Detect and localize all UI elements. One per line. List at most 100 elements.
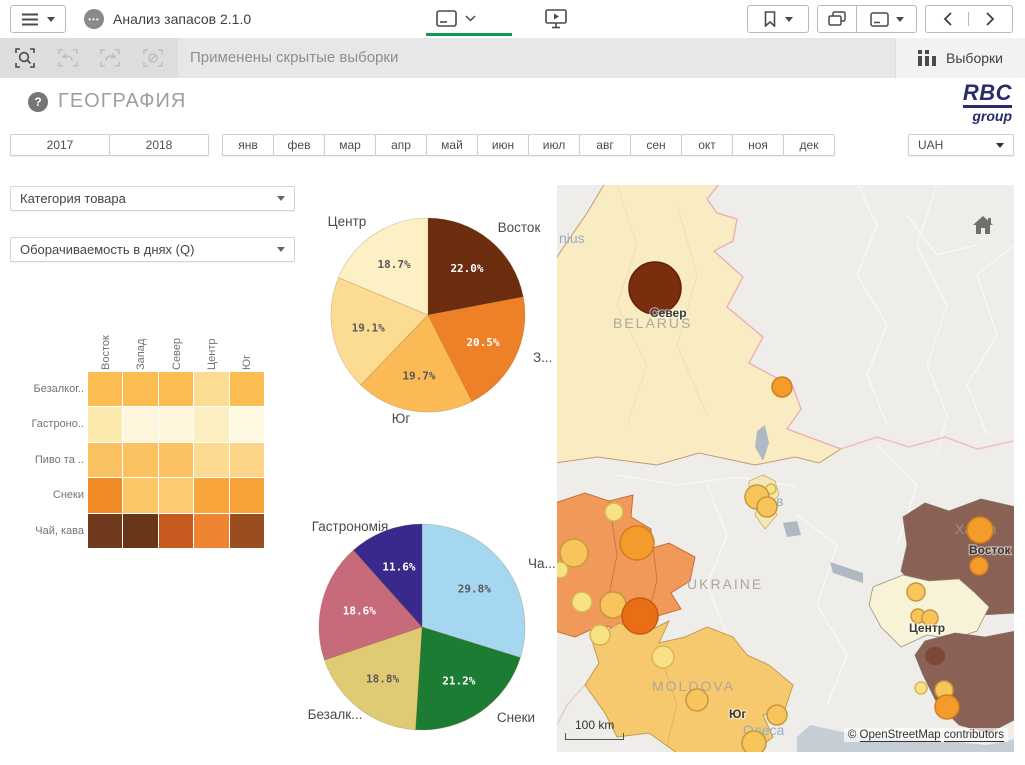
categories-pie-chart[interactable]: 29.8%Ча...21.2%Снеки18.8%Безалк...18.6%1… bbox=[290, 500, 560, 750]
heatmap-cell[interactable] bbox=[159, 478, 193, 512]
selection-tools bbox=[0, 38, 178, 78]
heatmap-cell[interactable] bbox=[230, 478, 264, 512]
map-canvas[interactable]: niusBELARUSUKRAINEMOLDOVAвХарківОдеса Се… bbox=[557, 185, 1014, 752]
heatmap-cell[interactable] bbox=[230, 514, 264, 548]
map-bubble[interactable] bbox=[652, 646, 674, 668]
heatmap-cell[interactable] bbox=[123, 514, 157, 548]
currency-value: UAH bbox=[918, 138, 943, 152]
heatmap-cell[interactable] bbox=[230, 372, 264, 406]
presentation-button[interactable] bbox=[543, 6, 569, 32]
step-forward-button[interactable] bbox=[93, 41, 127, 75]
month-button-мар[interactable]: мар bbox=[324, 134, 376, 156]
attribution-contributors-link[interactable]: contributors bbox=[944, 729, 1004, 742]
category-dropdown-label: Категория товара bbox=[20, 191, 126, 206]
map-bubble[interactable] bbox=[757, 497, 777, 517]
heatmap-cell[interactable] bbox=[230, 443, 264, 477]
month-button-ноя[interactable]: ноя bbox=[732, 134, 784, 156]
heatmap-cell[interactable] bbox=[159, 372, 193, 406]
year-button-2017[interactable]: 2017 bbox=[10, 134, 110, 156]
heatmap-cell[interactable] bbox=[230, 407, 264, 441]
heatmap-cell[interactable] bbox=[88, 443, 122, 477]
bookmark-icon bbox=[764, 11, 776, 27]
heatmap-cell[interactable] bbox=[88, 478, 122, 512]
heatmap-cell[interactable] bbox=[159, 407, 193, 441]
month-button-сен[interactable]: сен bbox=[630, 134, 682, 156]
regions-pie-chart[interactable]: 22.0%Восток20.5%З...19.7%Юг19.1%18.7%Цен… bbox=[300, 195, 560, 435]
map-attribution: © OpenStreetMap contributors bbox=[844, 728, 1008, 742]
chevron-right-icon bbox=[986, 12, 995, 26]
map-bubble[interactable] bbox=[772, 377, 792, 397]
heatmap-cell[interactable] bbox=[194, 407, 228, 441]
map-home-button[interactable] bbox=[970, 213, 996, 237]
clear-selections-button[interactable] bbox=[136, 41, 170, 75]
map-bubble[interactable] bbox=[622, 598, 658, 634]
map-bubble[interactable] bbox=[605, 503, 623, 521]
map-bubble[interactable] bbox=[970, 557, 988, 575]
map-bubble[interactable] bbox=[935, 695, 959, 719]
heatmap-cell[interactable] bbox=[88, 372, 122, 406]
smart-search-button[interactable] bbox=[8, 41, 42, 75]
heatmap-cell[interactable] bbox=[123, 372, 157, 406]
selections-bar: Применены скрытые выборки Выборки bbox=[0, 38, 1025, 78]
home-icon bbox=[971, 214, 995, 236]
currency-dropdown[interactable]: UAH bbox=[908, 134, 1014, 156]
heatmap-cell[interactable] bbox=[194, 372, 228, 406]
map-bubble[interactable] bbox=[590, 625, 610, 645]
next-sheet-button[interactable] bbox=[969, 12, 1012, 26]
category-dropdown[interactable]: Категория товара bbox=[10, 186, 295, 211]
selections-tool-button[interactable]: Выборки bbox=[895, 38, 1025, 78]
prev-sheet-button[interactable] bbox=[926, 12, 969, 26]
month-button-июн[interactable]: июн bbox=[477, 134, 529, 156]
month-button-июл[interactable]: июл bbox=[528, 134, 580, 156]
map-bubble[interactable] bbox=[915, 682, 927, 694]
attribution-osm-link[interactable]: OpenStreetMap bbox=[860, 729, 941, 742]
map-bubble[interactable] bbox=[620, 526, 654, 560]
map-bubble[interactable] bbox=[686, 689, 708, 711]
map-bubble[interactable] bbox=[907, 583, 925, 601]
month-button-янв[interactable]: янв bbox=[222, 134, 274, 156]
heatmap-row-label: Снеки bbox=[10, 489, 84, 501]
month-button-окт[interactable]: окт bbox=[681, 134, 733, 156]
step-back-button[interactable] bbox=[51, 41, 85, 75]
sheet-dropdown-button[interactable] bbox=[857, 6, 916, 32]
map-bubble[interactable] bbox=[742, 731, 766, 752]
sheet-selector-button[interactable] bbox=[425, 4, 487, 33]
overlapping-sheets-icon bbox=[828, 11, 846, 27]
year-button-2018[interactable]: 2018 bbox=[109, 134, 209, 156]
month-button-фев[interactable]: фев bbox=[273, 134, 325, 156]
map-chart[interactable]: niusBELARUSUKRAINEMOLDOVAвХарківОдеса Се… bbox=[557, 185, 1014, 752]
selections-label: Выборки bbox=[946, 50, 1003, 66]
bookmarks-button[interactable] bbox=[747, 5, 809, 33]
heatmap-cell[interactable] bbox=[123, 407, 157, 441]
month-button-авг[interactable]: авг bbox=[579, 134, 631, 156]
map-region-southeast[interactable] bbox=[915, 631, 1014, 733]
month-button-апр[interactable]: апр bbox=[375, 134, 427, 156]
heatmap-cell[interactable] bbox=[159, 443, 193, 477]
map-bubble[interactable] bbox=[557, 562, 568, 578]
duplicate-sheet-button[interactable] bbox=[818, 6, 857, 32]
heatmap-cell[interactable] bbox=[194, 443, 228, 477]
heatmap-cell[interactable] bbox=[88, 407, 122, 441]
pie-slice-label: Гастрономія bbox=[312, 519, 389, 534]
pie-slice-label: Юг bbox=[392, 411, 411, 426]
heatmap-cell[interactable] bbox=[194, 478, 228, 512]
pie-percent-label: 19.1% bbox=[352, 321, 385, 334]
pie-percent-label: 22.0% bbox=[450, 262, 483, 275]
map-bubble[interactable] bbox=[767, 705, 787, 725]
rbc-logo-bottom: group bbox=[946, 109, 1012, 123]
heatmap-cell[interactable] bbox=[88, 514, 122, 548]
heatmap-cell[interactable] bbox=[194, 514, 228, 548]
global-menu-button[interactable] bbox=[10, 5, 66, 33]
heatmap-cell[interactable] bbox=[159, 514, 193, 548]
map-region-belarus[interactable] bbox=[557, 185, 841, 465]
map-bubble[interactable] bbox=[572, 592, 592, 612]
help-button[interactable]: ? bbox=[28, 92, 48, 112]
heatmap-cell[interactable] bbox=[123, 478, 157, 512]
map-scale: 100 km bbox=[565, 718, 624, 740]
month-button-май[interactable]: май bbox=[426, 134, 478, 156]
map-bubble[interactable] bbox=[967, 517, 993, 543]
pie-slice-label: З... bbox=[533, 350, 552, 365]
turnover-dropdown[interactable]: Оборачиваемость в днях (Q) bbox=[10, 237, 295, 262]
heatmap-cell[interactable] bbox=[123, 443, 157, 477]
month-button-дек[interactable]: дек bbox=[783, 134, 835, 156]
